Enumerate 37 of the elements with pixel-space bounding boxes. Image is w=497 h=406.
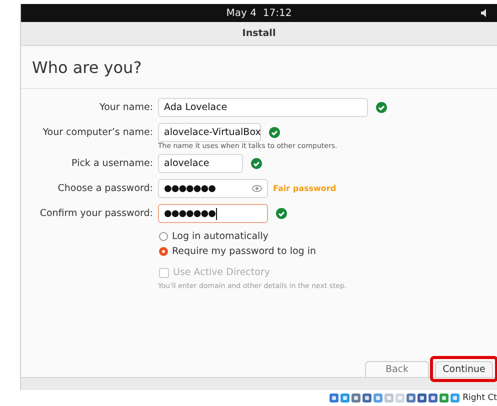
status-icon[interactable] xyxy=(438,393,449,403)
field-label: Pick a username: xyxy=(70,158,154,169)
field-label: Choose a password: xyxy=(56,183,154,194)
field-label: Confirm your password: xyxy=(38,208,154,219)
status-icon[interactable] xyxy=(362,393,372,403)
check-icon xyxy=(269,127,280,138)
field-label: Your name: xyxy=(98,102,154,113)
status-icon[interactable] xyxy=(450,393,460,403)
check-icon xyxy=(376,102,387,113)
input-field[interactable]: alovelace xyxy=(158,154,243,173)
window-title: Install xyxy=(242,28,276,39)
password-field[interactable]: ●●●●●●● xyxy=(158,204,268,223)
status-icon[interactable] xyxy=(406,393,416,403)
check-icon xyxy=(276,208,287,219)
status-icon[interactable] xyxy=(350,393,361,403)
page-heading: Who are you? xyxy=(32,58,142,76)
radio-button[interactable] xyxy=(159,247,168,256)
speaker-icon[interactable] xyxy=(481,9,489,17)
password-strength: Fair password xyxy=(273,184,336,193)
status-icon[interactable] xyxy=(372,393,383,403)
status-icon[interactable] xyxy=(328,393,339,403)
check-icon xyxy=(251,158,262,169)
back-button[interactable]: Back xyxy=(365,361,429,377)
status-icon[interactable] xyxy=(340,393,350,403)
clock[interactable]: May 4 17:12 xyxy=(226,8,292,18)
continue-button[interactable]: Continue xyxy=(435,361,493,377)
status-icon[interactable] xyxy=(428,393,438,403)
password-field[interactable]: ●●●●●●● xyxy=(158,179,268,198)
option-label[interactable]: Log in automatically xyxy=(172,231,268,242)
input-field[interactable]: alovelace-VirtualBox xyxy=(158,123,261,142)
status-icon[interactable] xyxy=(416,393,427,403)
input-field[interactable]: Ada Lovelace xyxy=(158,98,368,117)
radio-button[interactable] xyxy=(159,232,168,241)
field-label: Your computer’s name: xyxy=(42,127,154,138)
eye-icon[interactable] xyxy=(252,185,262,192)
option-label[interactable]: Require my password to log in xyxy=(172,246,316,257)
host-key-label: Right Ct xyxy=(462,393,497,403)
